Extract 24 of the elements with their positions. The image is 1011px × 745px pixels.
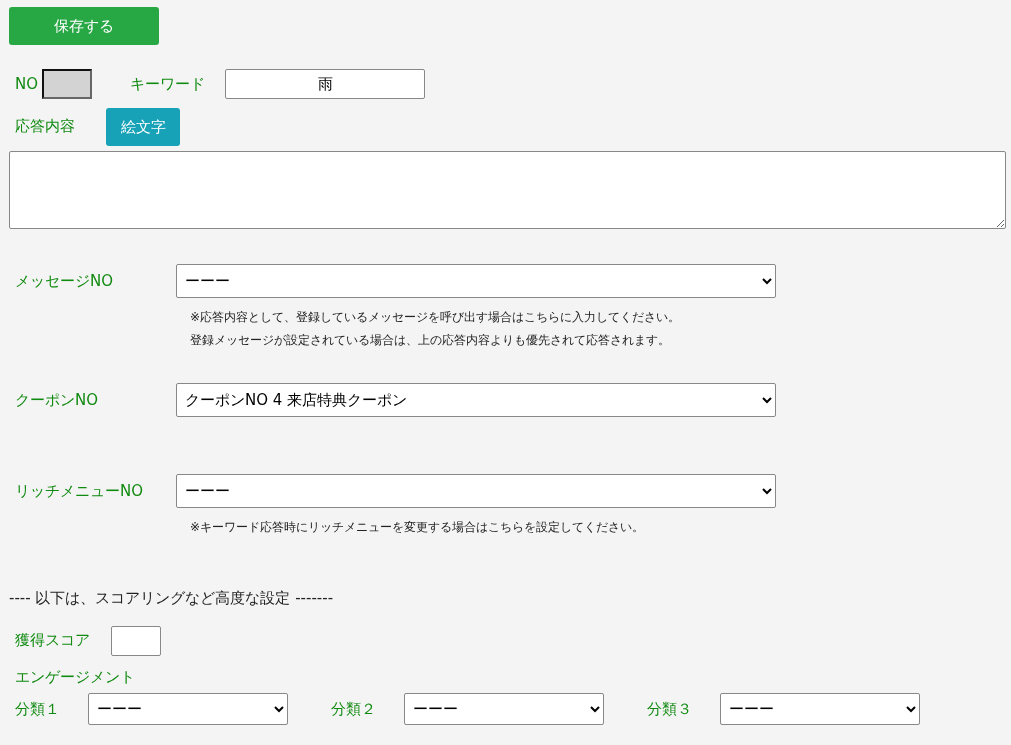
field-label: キーワード (130, 73, 206, 95)
field-label: NO (15, 73, 39, 95)
field-label: 応答内容 (15, 116, 75, 137)
note-text: 登録メッセージが設定されている場合は、上の応答内容よりも優先されて応答されます。 (189, 332, 671, 349)
score-field[interactable] (111, 625, 161, 656)
field-label: メッセージNO (15, 270, 115, 292)
field-label: 分類２ (331, 698, 377, 720)
dropdown[interactable]: クーポンNO 4 来店特典クーポン (176, 383, 776, 417)
note-text: ※応答内容として、登録しているメッセージを呼び出す場合はこちらに入力してください。 (189, 309, 682, 326)
section-label: エンゲージメント (15, 666, 135, 688)
dropdown[interactable]: ーーー (720, 693, 920, 725)
dropdown[interactable]: ーーー (176, 264, 776, 298)
section-heading: ---- 以下は、スコアリングなど高度な設定 ------- (9, 588, 334, 609)
field-label: クーポンNO (15, 389, 100, 411)
dropdown[interactable]: ーーー (176, 474, 776, 508)
field-label: リッチメニューNO (15, 480, 145, 502)
dropdown[interactable]: ーーー (404, 693, 604, 725)
response-text-area[interactable] (9, 151, 1006, 229)
field-label: 獲得スコア (15, 630, 90, 652)
field-label: 分類１ (15, 698, 61, 720)
field-label: 分類３ (647, 698, 693, 720)
keyword-field[interactable]: 雨 (225, 69, 426, 99)
dropdown[interactable]: ーーー (88, 693, 288, 725)
note-text: ※キーワード応答時にリッチメニューを変更する場合はこちらを設定してください。 (189, 519, 646, 536)
